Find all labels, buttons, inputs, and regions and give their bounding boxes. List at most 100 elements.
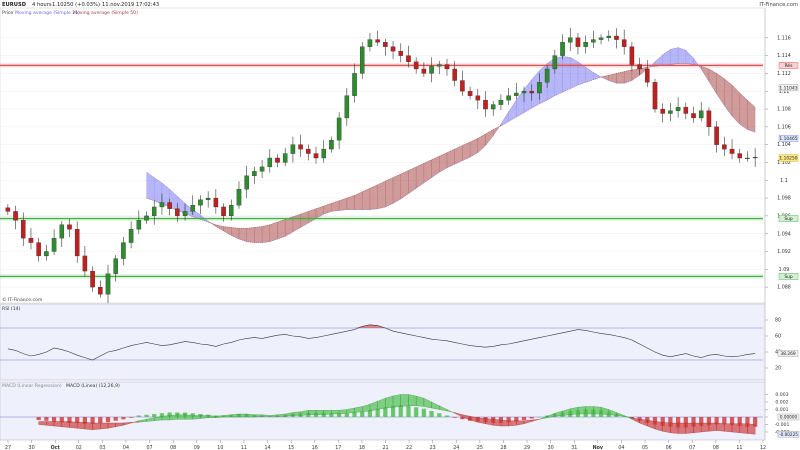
time-tick-label: 07 [689,445,695,450]
macd-signal-band [38,421,47,426]
candle-body [629,46,635,65]
price-value-label: Sup [784,274,793,280]
macd-histogram-bar [51,417,57,422]
macd-signal-band [77,422,86,430]
rsi-panel[interactable] [0,303,766,381]
rsi-tick-label: 20 [775,366,781,372]
candle-body [375,39,380,43]
candle-body [521,91,527,94]
macd-signal-band [385,395,394,409]
price-tick-label: 1.088 [777,285,791,291]
ma-cloud-segment [377,180,386,209]
macd-signal-band [184,414,193,420]
candle-body [675,107,681,111]
macd-histogram-bar [113,417,118,421]
candle-body [668,110,673,114]
macd-signal-band [169,414,178,421]
candle-body [190,205,196,212]
time-tick-label: 08 [170,445,176,450]
legend-ma1: Moving average (Simple 21) [15,10,80,16]
macd-histogram-bar [421,408,426,417]
candle-body [544,68,550,83]
macd-signal-band [685,422,694,434]
macd-signal-band [500,419,509,427]
time-tick-label: 18 [359,445,365,450]
ma-cloud-segment [261,224,270,243]
candle-body [444,64,450,70]
time-tick-label: 31 [571,445,577,450]
macd-signal-band [570,407,579,415]
candle-body [167,202,172,209]
macd-histogram-bar [152,414,157,417]
candle-body [413,61,419,70]
macd-histogram-bar [105,417,111,423]
rsi-tick-label: 60 [775,334,781,340]
macd-panel[interactable] [0,381,766,441]
macd-histogram-bar [360,411,365,417]
candle-body [182,211,188,217]
rsi-tick-label: 80 [775,318,781,324]
macd-histogram-bar [521,417,527,420]
macd-histogram-bar [444,415,450,417]
time-tick-label: 21 [382,445,388,450]
macd-signal-band [508,420,517,427]
time-tick-label: 04 [618,445,624,450]
chart-window: EURUSD 4 hours 1.10250 (+0.03%) 11.nov.2… [0,0,800,450]
macd-legend: MACD (Linea) (12,26,9) [66,383,120,389]
candle-body [136,220,142,230]
candle-body [475,95,481,101]
ma-cloud-segment [269,221,278,242]
candle-body [128,229,134,243]
macd-signal-band [100,422,109,430]
macd-value-label: 0.00000 [780,415,798,420]
candle-body [282,153,288,163]
candle-body [159,202,165,208]
candle-body [221,206,226,217]
candle-body [313,153,319,159]
price-tick-label: 1.098 [777,196,791,202]
time-tick-label: 08 [713,445,719,450]
candle-body [552,55,558,70]
ma-cloud-segment [616,71,625,84]
time-tick-label: 14 [264,445,270,450]
candle-body [20,220,26,239]
time-tick-label: Oct [51,445,61,450]
price-tick-label: 1.106 [777,124,791,130]
price-tick-label: 1.114 [777,53,791,59]
time-tick-label: 25 [477,445,483,450]
macd-signal-band [308,410,317,415]
ma-cloud-segment [254,226,263,243]
candle-body [437,64,442,67]
macd-histogram-bar [406,405,411,417]
candle-body [298,144,303,150]
macd-histogram-bar [44,417,49,421]
candle-body [714,126,719,145]
candle-body [67,224,72,230]
timeframe-label: 4 hours [32,2,52,8]
macd-signal-band [53,421,62,427]
ma-cloud-segment [385,177,394,208]
macd-tick-label: 0.001 [775,407,788,413]
time-tick-label: 27 [5,445,11,450]
datetime-label: 11.nov.2019 17:02:43 [102,2,159,8]
candle-body [660,108,665,114]
candle-body [652,82,658,110]
candle-body [691,113,696,119]
candle-body [514,92,519,96]
time-tick-label: 07 [147,445,153,450]
macd-signal-band [708,422,717,432]
time-tick-label: 30 [29,445,35,450]
candle-body [329,140,334,150]
price-value-label: 1.11043 [779,85,797,91]
macd-signal-band [392,394,401,408]
macd-tick-label: -0.001 [775,422,790,428]
macd-histogram-bar [36,417,41,420]
candle-body [467,91,473,96]
time-tick-label: 11 [241,445,247,450]
ma-cloud-segment [562,56,571,93]
time-tick-label: 17 [335,445,341,450]
chart-canvas[interactable]: EURUSD 4 hours 1.10250 (+0.03%) 11.nov.2… [0,0,800,450]
macd-histogram-bar [98,417,103,423]
macd-signal-band [69,421,78,429]
macd-histogram-bar [144,414,149,417]
